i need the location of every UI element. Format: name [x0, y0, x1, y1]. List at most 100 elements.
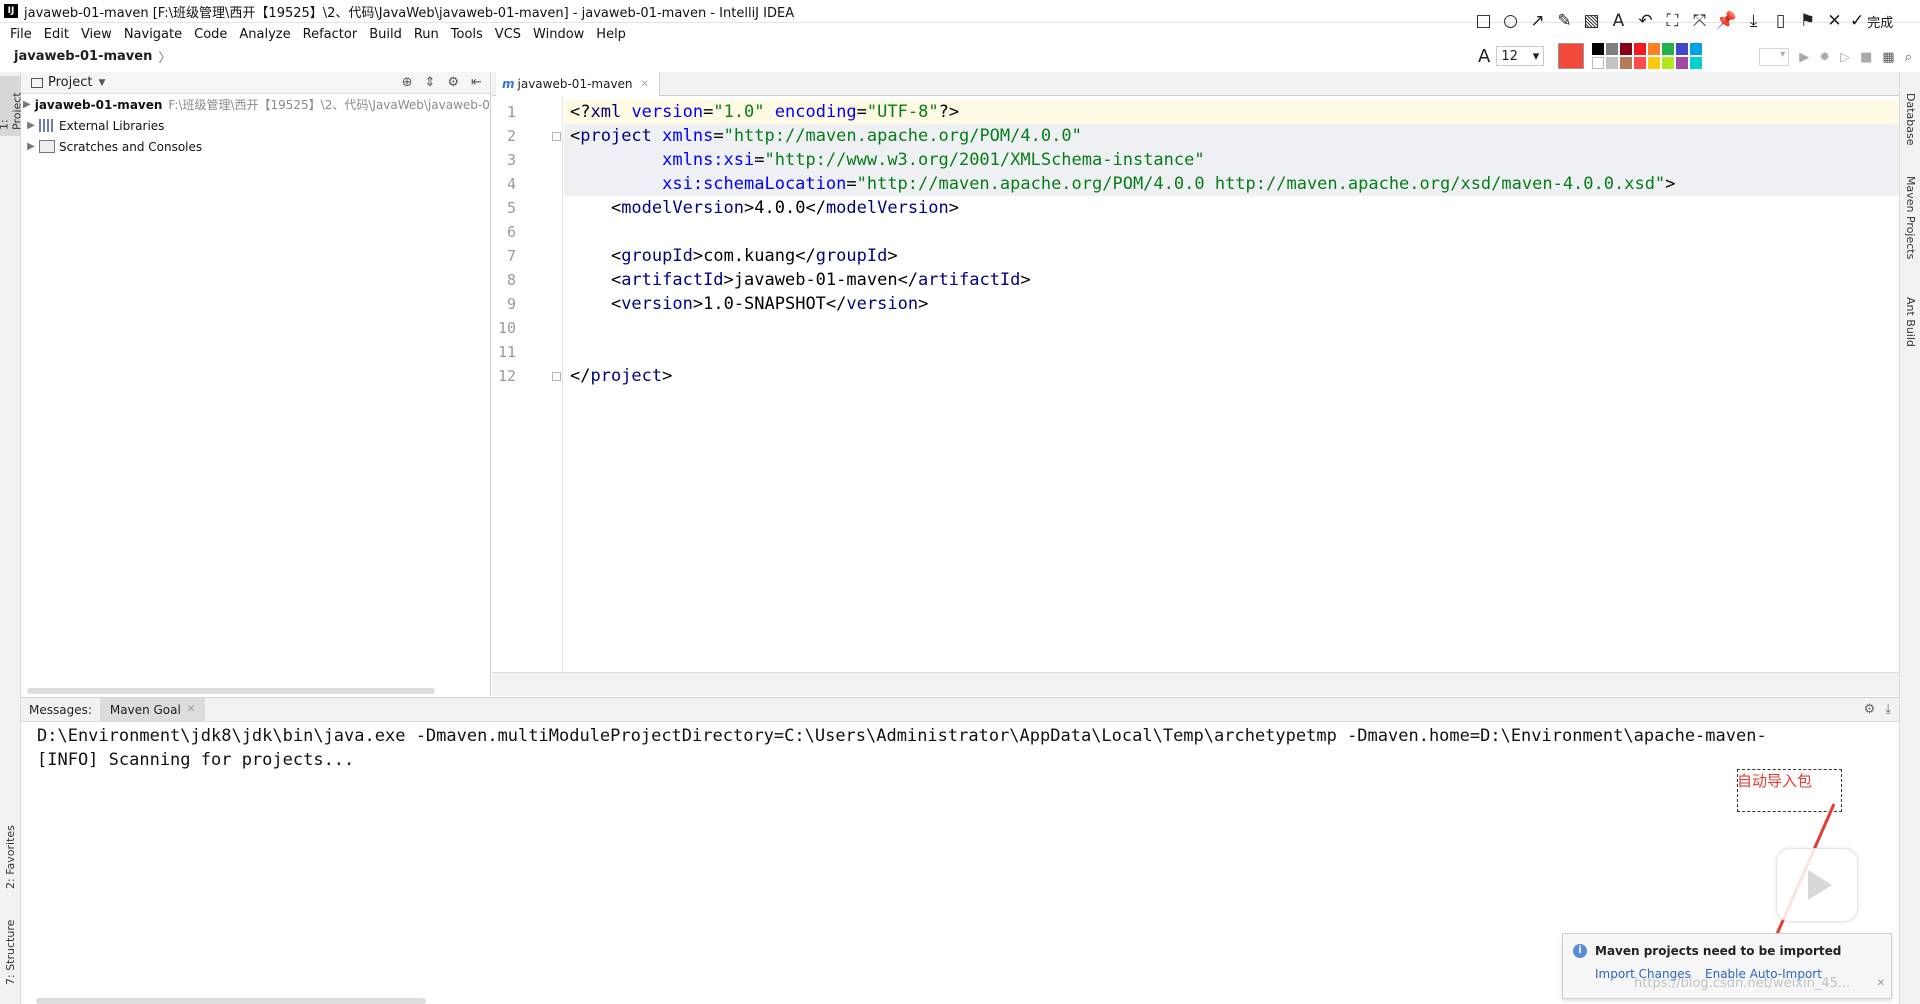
- line-number: 6: [506, 223, 516, 241]
- coverage-icon[interactable]: ▷: [1840, 50, 1850, 65]
- palette-color-swatch[interactable]: [1606, 43, 1619, 55]
- chevron-down-icon: ▾: [1532, 48, 1540, 64]
- editor-tab-pom[interactable]: m javaweb-01-maven ✕: [496, 72, 660, 96]
- menu-help[interactable]: Help: [590, 27, 632, 42]
- tree-item[interactable]: ▶ Scratches and Consoles: [21, 136, 490, 157]
- tool-tab-favorites[interactable]: 2: Favorites: [0, 812, 21, 902]
- code-editor[interactable]: ⌖ <?xml version="1.0" encoding="UTF-8"?>…: [564, 96, 1899, 672]
- code-token: </: [805, 198, 826, 218]
- arrow-icon[interactable]: ↗: [1524, 9, 1551, 33]
- code-token: >: [948, 198, 960, 218]
- code-token: "1.0": [713, 102, 765, 122]
- palette-color-swatch[interactable]: [1662, 57, 1675, 69]
- run-icon[interactable]: ▶: [1799, 50, 1809, 65]
- project-view-select[interactable]: Project: [48, 75, 92, 90]
- palette-color-swatch[interactable]: [1620, 43, 1633, 55]
- menu-run[interactable]: Run: [408, 27, 445, 42]
- palette-color-swatch[interactable]: [1648, 57, 1661, 69]
- download-icon[interactable]: ⤓: [1740, 9, 1767, 33]
- expand-arrow-icon[interactable]: ▶: [23, 120, 39, 131]
- hide-panel-icon[interactable]: ⇤: [471, 75, 482, 90]
- console-horizontal-scrollbar[interactable]: [36, 998, 426, 1004]
- tool-tab-project[interactable]: 1: Project: [0, 76, 24, 136]
- debug-icon[interactable]: ✹: [1819, 50, 1830, 65]
- bookmark-icon[interactable]: ⚑: [1794, 9, 1821, 33]
- expand-arrow-icon[interactable]: ▶: [23, 141, 39, 152]
- menu-edit[interactable]: Edit: [38, 27, 75, 42]
- stop-icon[interactable]: ■: [1860, 50, 1872, 65]
- tree-item[interactable]: ▶ External Libraries: [21, 115, 490, 136]
- palette-color-swatch[interactable]: [1634, 43, 1647, 55]
- close-icon[interactable]: ✕: [1821, 9, 1848, 33]
- palette-color-swatch[interactable]: [1690, 57, 1703, 69]
- palette-color-swatch[interactable]: [1592, 43, 1605, 55]
- minimize-icon[interactable]: ⤓: [1885, 702, 1891, 717]
- current-color-swatch[interactable]: [1558, 43, 1585, 69]
- palette-color-swatch[interactable]: [1676, 57, 1689, 69]
- menu-bar: File Edit View Navigate Code Analyze Refactor B…: [0, 23, 1470, 45]
- scroll-from-source-icon[interactable]: ⊕: [402, 75, 413, 90]
- breadcrumb-project[interactable]: javaweb-01-maven: [14, 49, 152, 64]
- tab-maven-goal[interactable]: Maven Goal ✕: [99, 697, 206, 722]
- menu-view[interactable]: View: [75, 27, 118, 42]
- search-icon[interactable]: ⌕: [1905, 50, 1912, 65]
- menu-refactor[interactable]: Refactor: [297, 27, 364, 42]
- project-horizontal-scrollbar[interactable]: [27, 688, 435, 694]
- ellipse-icon[interactable]: ○: [1497, 9, 1524, 33]
- pushpin-icon[interactable]: 📌: [1713, 9, 1740, 33]
- phone-icon[interactable]: ▯: [1767, 9, 1794, 33]
- line-number: 8: [506, 271, 516, 289]
- tree-item[interactable]: ▶ javaweb-01-maven F:\班级管理\西开【19525】\2、代码\…: [21, 94, 490, 115]
- font-size-select[interactable]: 12 ▾: [1496, 46, 1545, 66]
- pin-icon[interactable]: ⛶: [1659, 9, 1686, 33]
- menu-tools[interactable]: Tools: [445, 27, 489, 42]
- tool-tab-ant-build[interactable]: Ant Build: [1900, 282, 1920, 362]
- maven-file-icon: m: [502, 77, 515, 91]
- code-token: javaweb-01-maven: [733, 270, 898, 290]
- menu-navigate[interactable]: Navigate: [118, 27, 188, 42]
- gear-icon[interactable]: ⚙: [447, 75, 459, 90]
- code-token: "http://maven.apache.org/POM/4.0.0": [723, 126, 1082, 146]
- tool-tab-structure[interactable]: 7: Structure: [0, 912, 21, 992]
- palette-color-swatch[interactable]: [1634, 57, 1647, 69]
- close-icon[interactable]: ✕: [187, 704, 195, 715]
- expand-icon[interactable]: ⤧: [1686, 9, 1713, 33]
- palette-color-swatch[interactable]: [1606, 57, 1619, 69]
- mosaic-icon[interactable]: ▧: [1578, 9, 1605, 33]
- rectangle-icon[interactable]: □: [1470, 9, 1497, 33]
- menu-file[interactable]: File: [4, 27, 38, 42]
- palette-color-swatch[interactable]: [1676, 43, 1689, 55]
- close-icon[interactable]: ✕: [1877, 978, 1885, 989]
- chevron-down-icon[interactable]: ▼: [98, 78, 105, 88]
- screenshot-annotation-toolbar: □ ○ ↗ ✎ ▧ A ↶ ⛶ ⤧ 📌 ⤓ ▯ ⚑ ✕ ✓ 完成: [1470, 8, 1920, 34]
- gear-icon[interactable]: ⚙: [1864, 702, 1876, 717]
- fold-marker-icon[interactable]: [552, 132, 561, 141]
- run-toolbar: ▾ ▶ ✹ ▷ ■ ▦ ⌕: [1720, 46, 1920, 68]
- pencil-icon[interactable]: ✎: [1551, 9, 1578, 33]
- run-config-select[interactable]: ▾: [1759, 48, 1790, 66]
- palette-color-swatch[interactable]: [1690, 43, 1703, 55]
- undo-icon[interactable]: ↶: [1632, 9, 1659, 33]
- tool-tab-database[interactable]: Database: [1900, 78, 1920, 160]
- line-number: 10: [497, 319, 516, 337]
- menu-build[interactable]: Build: [363, 27, 408, 42]
- menu-code[interactable]: Code: [188, 27, 233, 42]
- project-structure-icon[interactable]: ▦: [1882, 50, 1894, 65]
- menu-vcs[interactable]: VCS: [489, 27, 527, 42]
- palette-color-swatch[interactable]: [1662, 43, 1675, 55]
- tool-tab-maven-projects[interactable]: Maven Projects: [1900, 168, 1920, 268]
- text-icon[interactable]: A: [1605, 9, 1632, 33]
- info-icon: i: [1573, 944, 1587, 958]
- fold-marker-icon[interactable]: [552, 372, 561, 381]
- palette-color-swatch[interactable]: [1648, 43, 1661, 55]
- menu-window[interactable]: Window: [527, 27, 590, 42]
- close-icon[interactable]: ✕: [641, 79, 649, 90]
- palette-color-swatch[interactable]: [1620, 57, 1633, 69]
- menu-analyze[interactable]: Analyze: [233, 27, 296, 42]
- done-button[interactable]: ✓ 完成: [1850, 11, 1893, 31]
- palette-color-swatch[interactable]: [1592, 57, 1605, 69]
- collapse-all-icon[interactable]: ⇕: [425, 75, 436, 90]
- expand-arrow-icon[interactable]: ▶: [23, 99, 31, 110]
